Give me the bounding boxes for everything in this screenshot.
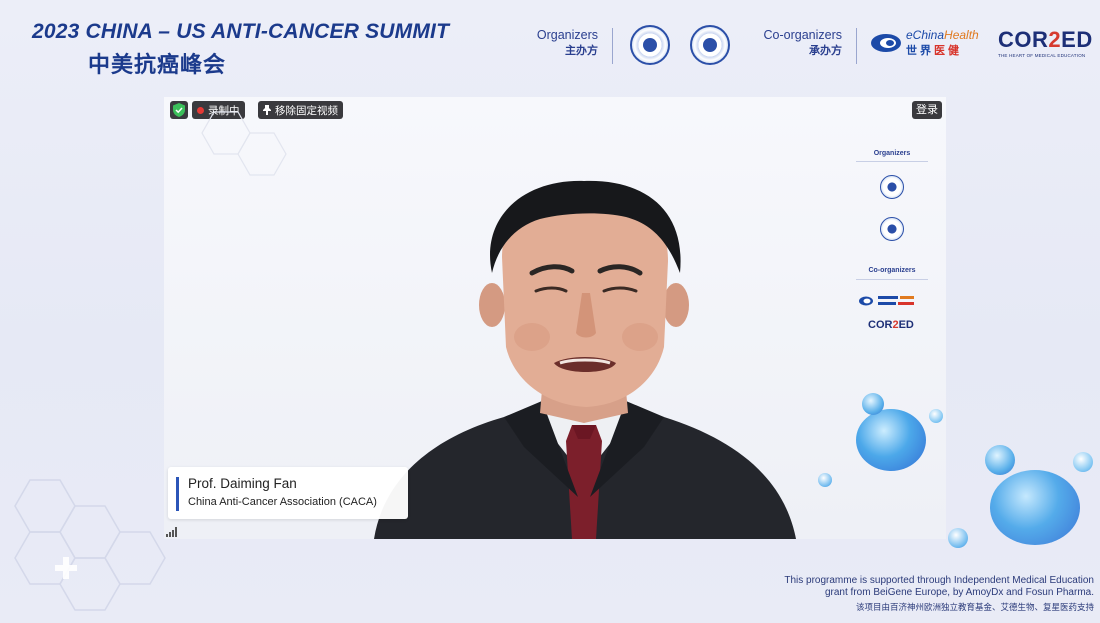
overlay-cor2ed-part-c: ED (898, 319, 914, 331)
video-molecule-orb-decoration (818, 473, 832, 487)
echina-health-logo-icon (871, 34, 901, 52)
echina-health-logo-cn-main: 世界 (906, 44, 934, 57)
video-molecule-orb-decoration (929, 409, 943, 423)
speaker-video-feed[interactable]: 录制中 移除固定视频 登录 Organizers Co-organizers C… (164, 97, 946, 539)
sponsorship-line-2: grant from BeiGene Europe, by AmoyDx and… (824, 587, 1094, 598)
header-divider (856, 28, 857, 64)
sponsorship-disclaimer-cn: 该项目由百济神州欧洲独立教育基金、艾德生物、复星医药支持 (855, 603, 1094, 613)
echina-health-logo-text-highlight: Health (944, 28, 979, 42)
video-hexagon-decoration (201, 111, 287, 176)
overlay-caca-seal-logo (880, 175, 904, 199)
cor2ed-tagline: THE HEART OF MEDICAL EDUCATION (998, 53, 1086, 58)
header-divider (612, 28, 613, 64)
echina-health-logo-text: eChinaHealth (906, 28, 979, 42)
molecule-orb-decoration (990, 470, 1080, 545)
login-button[interactable]: 登录 (912, 101, 942, 119)
organizers-label: Organizers 主办方 (520, 27, 598, 59)
signal-strength-icon (166, 527, 178, 537)
cor2ed-logo-part-a: COR (998, 27, 1049, 52)
echina-health-logo-cn-red: 医健 (934, 44, 962, 57)
summit-header: 2023 CHINA – US ANTI-CANCER SUMMIT 中美抗癌峰… (0, 0, 1100, 95)
summit-title-cn: 中美抗癌峰会 (88, 53, 227, 78)
speaker-name: Prof. Daiming Fan (188, 476, 297, 491)
overlay-divider (856, 279, 928, 280)
organizers-label-cn: 主办方 (565, 44, 598, 57)
echina-health-logo-cn: 世界医健 (906, 42, 962, 58)
overlay-cor2ed-part-a: COR (868, 319, 893, 331)
cor2ed-logo-part-c: ED (1061, 27, 1093, 52)
summit-title-en: 2023 CHINA – US ANTI-CANCER SUMMIT (32, 20, 450, 43)
organizers-label-en: Organizers (536, 28, 598, 42)
speaker-person (374, 180, 796, 539)
security-shield-icon[interactable] (170, 101, 188, 119)
coorganizers-label-en: Co-organizers (763, 28, 842, 42)
cor2ed-logo: COR2ED (998, 27, 1093, 53)
coorganizers-label: Co-organizers 承办方 (748, 27, 842, 59)
overlay-echina-health-logo-icon (859, 296, 914, 306)
sponsorship-line-1: This programme is supported through Inde… (784, 575, 1094, 586)
sponsorship-disclaimer: This programme is supported through Inde… (734, 575, 1094, 599)
overlay-hospital-seal-logo (880, 217, 904, 241)
overlay-coorganizers-label: Co-organizers (868, 267, 916, 274)
video-molecule-orb-decoration (862, 393, 884, 415)
video-molecule-orb-decoration (856, 409, 926, 471)
molecule-orb-decoration (1073, 452, 1093, 472)
name-card-accent-bar (176, 477, 179, 511)
speaker-name-card: Prof. Daiming Fan China Anti-Cancer Asso… (168, 467, 408, 519)
molecule-orb-decoration (948, 528, 968, 548)
speaker-affiliation: China Anti-Cancer Association (CACA) (188, 496, 377, 508)
molecule-orb-decoration (985, 445, 1015, 475)
overlay-divider (856, 161, 928, 162)
hospital-seal-logo (690, 25, 730, 65)
cor2ed-logo-part-b: 2 (1048, 27, 1062, 52)
overlay-organizers-label: Organizers (873, 150, 911, 157)
caca-seal-logo (630, 25, 670, 65)
coorganizers-label-cn: 承办方 (809, 44, 842, 57)
overlay-cor2ed-logo: COR2ED (868, 319, 914, 331)
hexagon-pattern-decoration (14, 479, 166, 611)
echina-health-logo-text-main: eChina (906, 28, 945, 42)
